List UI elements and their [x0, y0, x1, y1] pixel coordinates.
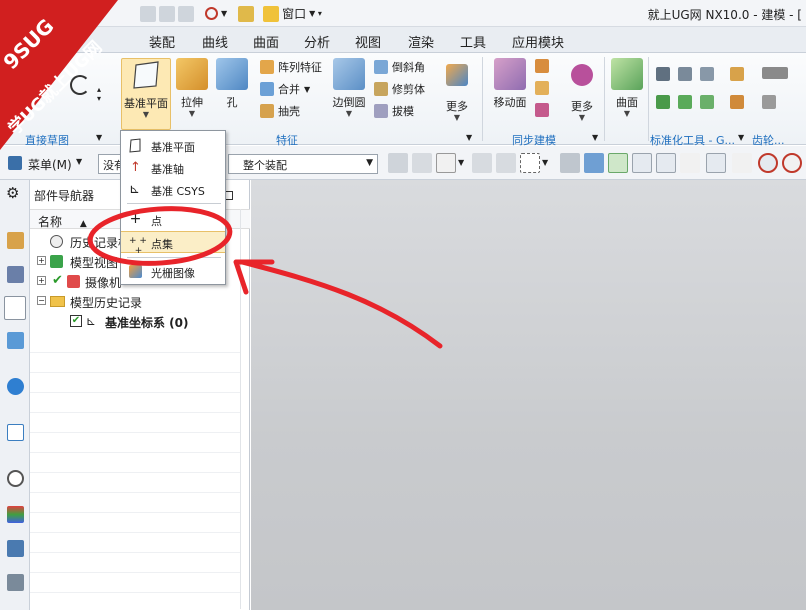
- annotation-arrow-shaft: [239, 259, 443, 349]
- annotation-overlay: [87, 206, 443, 349]
- annotation-circle: [87, 206, 233, 266]
